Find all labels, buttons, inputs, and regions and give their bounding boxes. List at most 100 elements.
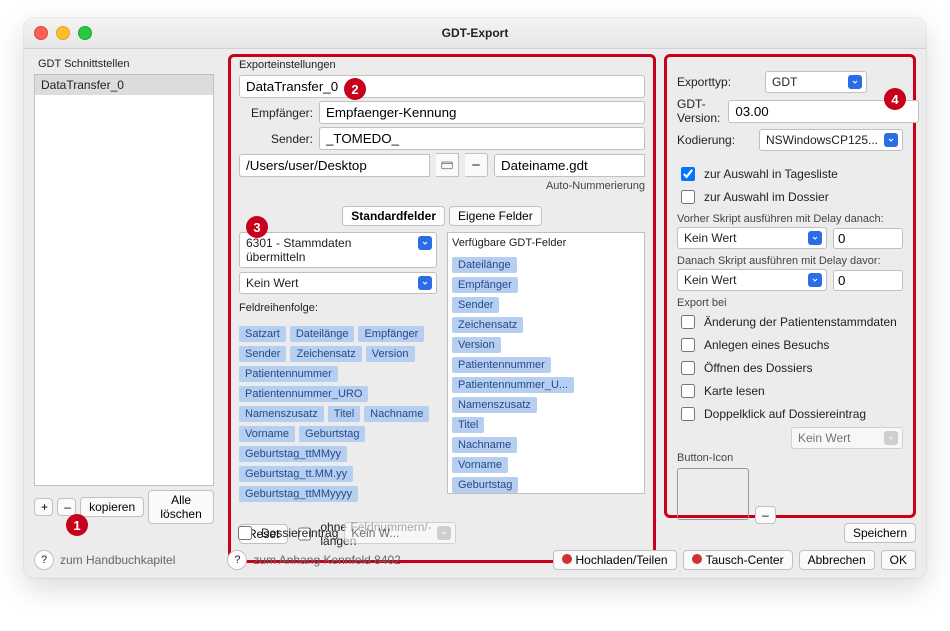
tab-standardfelder[interactable]: Standardfelder: [342, 206, 445, 226]
export-type-value: GDT: [772, 75, 797, 89]
dossier-select-checkbox[interactable]: [681, 190, 695, 204]
autonum-label: Auto-Nummerierung: [239, 180, 645, 192]
help-kennfeld-label: zum Anhang Kennfeld 8402: [253, 553, 400, 567]
interface-list[interactable]: DataTransfer_0: [34, 74, 214, 486]
recipient-input[interactable]: [319, 101, 645, 124]
field-tag[interactable]: Dateilänge: [452, 257, 517, 273]
dossiereintrag-checkbox[interactable]: [238, 526, 252, 540]
titlebar: GDT-Export: [24, 18, 926, 49]
field-tag[interactable]: Patientennummer_URO: [239, 386, 368, 402]
field-tag[interactable]: Namenszusatz: [452, 397, 537, 413]
field-tag[interactable]: Patientennummer: [452, 357, 551, 373]
export-on-checkbox[interactable]: [681, 338, 695, 352]
cancel-button[interactable]: Abbrechen: [799, 550, 875, 570]
field-tag[interactable]: Namenszusatz: [239, 406, 324, 422]
field-tag[interactable]: Version: [366, 346, 415, 362]
dossier-entry-value-select[interactable]: Kein Wert: [791, 427, 903, 449]
field-tag[interactable]: Titel: [452, 417, 484, 433]
chevron-down-icon: [884, 133, 898, 147]
copy-button[interactable]: kopieren: [80, 497, 144, 517]
button-icon-preview: [677, 468, 749, 520]
dossiereintrag-label: Dossiereintrag: [261, 526, 338, 540]
save-button[interactable]: Speichern: [844, 523, 916, 543]
script-after-select[interactable]: Kein Wert: [677, 269, 827, 291]
field-tag[interactable]: Zeichensatz: [290, 346, 361, 362]
field-tag[interactable]: Geburtstag_tt.MM.yy: [239, 466, 353, 482]
tausch-center-button[interactable]: Tausch-Center: [683, 550, 793, 570]
encoding-select[interactable]: NSWindowsCP125...: [759, 129, 903, 151]
status-led-icon: [692, 554, 702, 564]
filename-input[interactable]: [494, 154, 645, 177]
field-tag[interactable]: Empfänger: [358, 326, 424, 342]
field-tag[interactable]: Empfänger: [452, 277, 518, 293]
list-item[interactable]: DataTransfer_0: [35, 75, 213, 95]
help-kennfeld-button[interactable]: ?: [227, 550, 247, 570]
export-on-label: Doppelklick auf Dossiereintrag: [704, 407, 866, 421]
export-path-input[interactable]: [239, 154, 430, 177]
field-order-list[interactable]: SatzartDateilängeEmpfänger SenderZeichens…: [239, 322, 433, 506]
export-on-checkbox[interactable]: [681, 315, 695, 329]
dossiereintrag-value-select[interactable]: Kein W...: [344, 522, 456, 544]
record-type-select[interactable]: 6301 - Stammdaten übermitteln: [239, 232, 437, 268]
export-on-checkbox[interactable]: [681, 407, 695, 421]
field-tag[interactable]: Geburtstag_ttMMyy: [239, 446, 347, 462]
field-tag[interactable]: Patientennummer: [239, 366, 338, 382]
field-tag[interactable]: Geburtstag_ttMMyyyy: [239, 486, 358, 502]
field-tag[interactable]: Satzart: [239, 326, 286, 342]
field-tag[interactable]: Geburtstag: [452, 477, 518, 493]
chevron-down-icon: [418, 276, 432, 290]
field-tag[interactable]: Patientennummer_U...: [452, 377, 574, 393]
help-manual-label: zum Handbuchkapitel: [60, 553, 175, 567]
field-tag[interactable]: Sender: [452, 297, 499, 313]
minimize-icon[interactable]: [56, 26, 70, 40]
export-on-label: Änderung der Patientenstammdaten: [704, 315, 897, 329]
encoding-value: NSWindowsCP125...: [766, 133, 878, 147]
script-before-select[interactable]: Kein Wert: [677, 227, 827, 249]
close-icon[interactable]: [34, 26, 48, 40]
window-title: GDT-Export: [442, 26, 509, 40]
status-led-icon: [562, 554, 572, 564]
clear-all-button[interactable]: Alle löschen: [148, 490, 214, 524]
sender-input[interactable]: [319, 127, 645, 150]
field-tag[interactable]: Vorname: [452, 457, 508, 473]
encoding-label: Kodierung:: [677, 133, 751, 147]
tagesliste-label: zur Auswahl in Tagesliste: [704, 167, 838, 181]
field-tag[interactable]: Version: [452, 337, 501, 353]
export-on-label: Karte lesen: [704, 384, 765, 398]
field-tag[interactable]: Vorname: [239, 426, 295, 442]
field-tag[interactable]: Nachname: [452, 437, 517, 453]
recipient-label: Empfänger:: [239, 106, 313, 120]
ok-button[interactable]: OK: [881, 550, 916, 570]
interface-name-input[interactable]: [239, 75, 645, 98]
chevron-down-icon: [808, 231, 822, 245]
tab-eigene-felder[interactable]: Eigene Felder: [449, 206, 542, 226]
value-select[interactable]: Kein Wert: [239, 272, 437, 294]
available-fields-list[interactable]: Dateilänge Empfänger Sender Zeichensatz Vers…: [452, 253, 640, 494]
tagesliste-checkbox[interactable]: [681, 167, 695, 181]
add-button[interactable]: +: [34, 498, 53, 516]
upload-button[interactable]: Hochladen/Teilen: [553, 550, 677, 570]
chevron-down-icon: [884, 431, 898, 445]
remove-path-button[interactable]: [465, 153, 488, 177]
zoom-icon[interactable]: [78, 26, 92, 40]
record-type-value: 6301 - Stammdaten übermitteln: [246, 236, 351, 264]
chevron-down-icon: [808, 273, 822, 287]
browse-button[interactable]: [436, 153, 459, 177]
available-fields-label: Verfügbare GDT-Felder: [452, 237, 640, 249]
export-on-checkbox[interactable]: [681, 361, 695, 375]
dossier-entry-value: Kein Wert: [798, 431, 850, 445]
remove-button[interactable]: –: [57, 498, 76, 516]
chevron-down-icon: [848, 75, 862, 89]
help-manual-button[interactable]: ?: [34, 550, 54, 570]
field-tag[interactable]: Dateilänge: [290, 326, 355, 342]
field-order-label: Feldreihenfolge:: [239, 302, 437, 314]
field-tag[interactable]: Geburtstag: [299, 426, 365, 442]
delay-after-input[interactable]: [833, 270, 903, 291]
export-on-checkbox[interactable]: [681, 384, 695, 398]
field-tag[interactable]: Sender: [239, 346, 286, 362]
field-tag[interactable]: Titel: [328, 406, 360, 422]
export-type-select[interactable]: GDT: [765, 71, 867, 93]
field-tag[interactable]: Zeichensatz: [452, 317, 523, 333]
delay-before-input[interactable]: [833, 228, 903, 249]
field-tag[interactable]: Nachname: [364, 406, 429, 422]
